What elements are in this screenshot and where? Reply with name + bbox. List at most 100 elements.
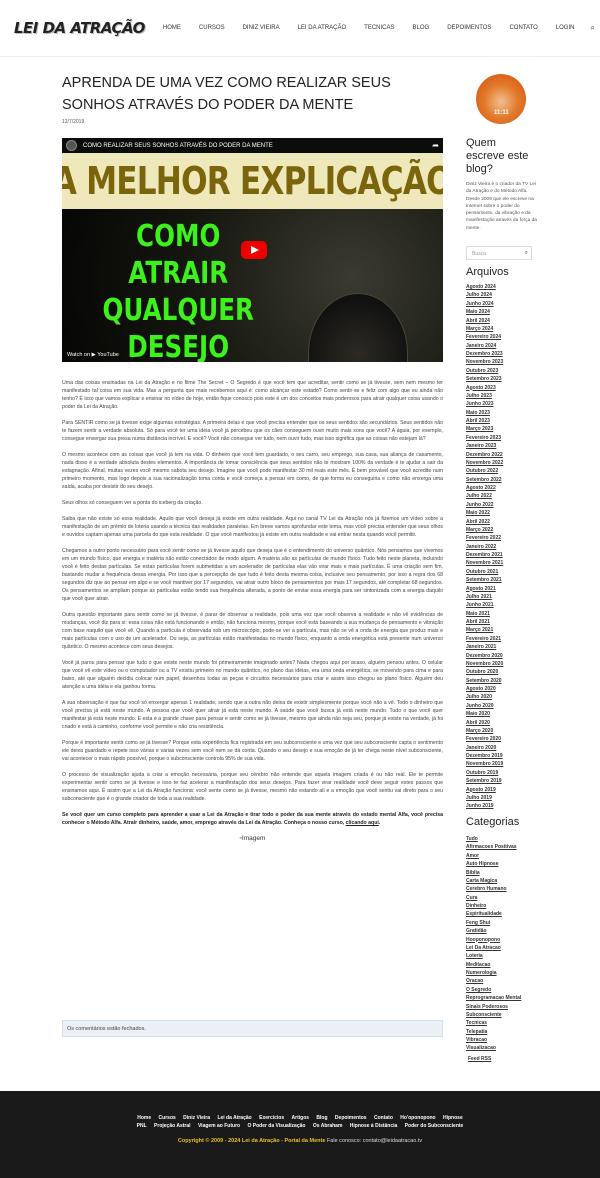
archive-link[interactable]: Outubro 2020 <box>466 668 503 676</box>
archive-link[interactable]: Abril 2021 <box>466 618 503 626</box>
footer-link[interactable]: Depoimentos <box>335 1115 367 1121</box>
footer-link[interactable]: Ho'oponopono <box>400 1115 435 1121</box>
footer-link[interactable]: Projeção Astral <box>154 1123 191 1129</box>
archive-link[interactable]: Setembro 2022 <box>466 476 503 484</box>
category-link[interactable]: Lei Da Atracao <box>466 944 521 952</box>
category-link[interactable]: O Segredo <box>466 986 521 994</box>
category-link[interactable]: Auto Hipnose <box>466 860 521 868</box>
footer-link[interactable]: Hipnose à Distância <box>350 1123 398 1129</box>
share-icon[interactable]: ➦ <box>432 141 439 150</box>
footer-link[interactable]: Home <box>137 1115 151 1121</box>
archive-link[interactable]: Abril 2020 <box>466 719 503 727</box>
watch-on-youtube-link[interactable]: Watch on ▶ YouTube <box>67 352 119 358</box>
archive-link[interactable]: Junho 2019 <box>466 802 503 810</box>
archive-link[interactable]: Julho 2021 <box>466 593 503 601</box>
archive-link[interactable]: Março 2024 <box>466 325 503 333</box>
archive-link[interactable]: Novembro 2020 <box>466 660 503 668</box>
category-link[interactable]: Sinais Poderosos <box>466 1003 521 1011</box>
archive-link[interactable]: Novembro 2021 <box>466 559 503 567</box>
archive-link[interactable]: Outubro 2023 <box>466 367 503 375</box>
contact-text[interactable]: Fale conosco: contato@leidaatracao.tv <box>327 1138 422 1144</box>
category-link[interactable]: Feng Shui <box>466 919 521 927</box>
category-link[interactable]: Oracao <box>466 977 521 985</box>
search-icon[interactable]: ⌕ <box>590 23 594 33</box>
nav-item-tecnicas[interactable]: TECNICAS <box>364 25 394 31</box>
channel-avatar[interactable] <box>66 140 77 151</box>
archive-link[interactable]: Agosto 2024 <box>466 283 503 291</box>
archive-link[interactable]: Agosto 2023 <box>466 384 503 392</box>
footer-link[interactable]: Exercícios <box>259 1115 284 1121</box>
archive-link[interactable]: Agosto 2021 <box>466 585 503 593</box>
archive-link[interactable]: Setembro 2023 <box>466 375 503 383</box>
nav-item-diniz-vieira[interactable]: DINIZ VIEIRA <box>243 25 280 31</box>
footer-link[interactable]: Blog <box>316 1115 327 1121</box>
archive-link[interactable]: Novembro 2019 <box>466 760 503 768</box>
archive-link[interactable]: Outubro 2021 <box>466 568 503 576</box>
archive-link[interactable]: Julho 2022 <box>466 492 503 500</box>
archive-link[interactable]: Novembro 2023 <box>466 358 503 366</box>
category-link[interactable]: Loteria <box>466 952 521 960</box>
archive-link[interactable]: Julho 2019 <box>466 794 503 802</box>
archive-link[interactable]: Fevereiro 2023 <box>466 434 503 442</box>
footer-link[interactable]: O Poder da Visualização <box>247 1123 305 1129</box>
archive-link[interactable]: Janeiro 2021 <box>466 643 503 651</box>
category-link[interactable]: Numerologia <box>466 969 521 977</box>
category-link[interactable]: Afirmacoes Positivas <box>466 843 521 851</box>
archive-link[interactable]: Março 2021 <box>466 626 503 634</box>
archive-link[interactable]: Abril 2024 <box>466 317 503 325</box>
category-link[interactable]: Hooponopono <box>466 936 521 944</box>
archive-link[interactable]: Janeiro 2023 <box>466 442 503 450</box>
nav-item-blog[interactable]: BLOG <box>413 25 430 31</box>
archive-link[interactable]: Maio 2020 <box>466 710 503 718</box>
category-link[interactable]: Espiritualidade <box>466 910 521 918</box>
nav-item-lei-da-atracao[interactable]: LEI DA ATRAÇÃO <box>298 25 347 31</box>
archive-link[interactable]: Maio 2022 <box>466 509 503 517</box>
archive-link[interactable]: Dezembro 2021 <box>466 551 503 559</box>
archive-link[interactable]: Dezembro 2020 <box>466 652 503 660</box>
archive-link[interactable]: Setembro 2019 <box>466 777 503 785</box>
nav-item-depoimentos[interactable]: DEPOIMENTOS <box>447 25 491 31</box>
archive-link[interactable]: Agosto 2020 <box>466 685 503 693</box>
archive-link[interactable]: Maio 2023 <box>466 409 503 417</box>
archive-link[interactable]: Janeiro 2022 <box>466 543 503 551</box>
archive-link[interactable]: Fevereiro 2024 <box>466 333 503 341</box>
archive-link[interactable]: Dezembro 2019 <box>466 752 503 760</box>
youtube-video-embed[interactable]: COMO REALIZAR SEUS SONHOS ATRAVÉS DO POD… <box>62 138 443 362</box>
category-link[interactable]: Amor <box>466 852 521 860</box>
archive-link[interactable]: Dezembro 2023 <box>466 350 503 358</box>
footer-link[interactable]: Poder do Subconsciente <box>405 1123 464 1129</box>
rss-feed-link[interactable]: Feed RSS <box>468 1056 491 1062</box>
archive-link[interactable]: Julho 2020 <box>466 693 503 701</box>
category-link[interactable]: Meditacao <box>466 961 521 969</box>
site-logo[interactable]: LEI DA ATRAÇÃO <box>14 19 145 37</box>
archive-link[interactable]: Maio 2024 <box>466 308 503 316</box>
category-link[interactable]: Tecnicas <box>466 1019 521 1027</box>
archive-link[interactable]: Janeiro 2024 <box>466 342 503 350</box>
nav-item-cursos[interactable]: CURSOS <box>199 25 225 31</box>
category-link[interactable]: Dinheiro <box>466 902 521 910</box>
play-button[interactable] <box>241 241 267 259</box>
archive-link[interactable]: Novembro 2022 <box>466 459 503 467</box>
category-link[interactable]: Cura <box>466 894 521 902</box>
archive-link[interactable]: Agosto 2022 <box>466 484 503 492</box>
archive-link[interactable]: Março 2023 <box>466 425 503 433</box>
archive-link[interactable]: Abril 2023 <box>466 417 503 425</box>
category-link[interactable]: Visualizacao <box>466 1044 521 1052</box>
category-link[interactable]: Telepatia <box>466 1028 521 1036</box>
nav-item-contato[interactable]: CONTATO <box>509 25 537 31</box>
archive-link[interactable]: Maio 2021 <box>466 610 503 618</box>
nav-item-login[interactable]: LOGIN <box>556 25 575 31</box>
archive-link[interactable]: Julho 2024 <box>466 291 503 299</box>
archive-link[interactable]: Junho 2023 <box>466 400 503 408</box>
sidebar-search-input[interactable]: Busca ⌕ <box>466 246 532 260</box>
video-title[interactable]: COMO REALIZAR SEUS SONHOS ATRAVÉS DO POD… <box>83 143 273 149</box>
footer-link[interactable]: Contato <box>374 1115 393 1121</box>
archive-link[interactable]: Janeiro 2020 <box>466 744 503 752</box>
archive-link[interactable]: Junho 2022 <box>466 501 503 509</box>
archive-link[interactable]: Dezembro 2022 <box>466 451 503 459</box>
archive-link[interactable]: Fevereiro 2022 <box>466 534 503 542</box>
category-link[interactable]: Cerebro Humano <box>466 885 521 893</box>
archive-link[interactable]: Abril 2022 <box>466 518 503 526</box>
category-link[interactable]: Gratidão <box>466 927 521 935</box>
archive-link[interactable]: Agosto 2019 <box>466 786 503 794</box>
